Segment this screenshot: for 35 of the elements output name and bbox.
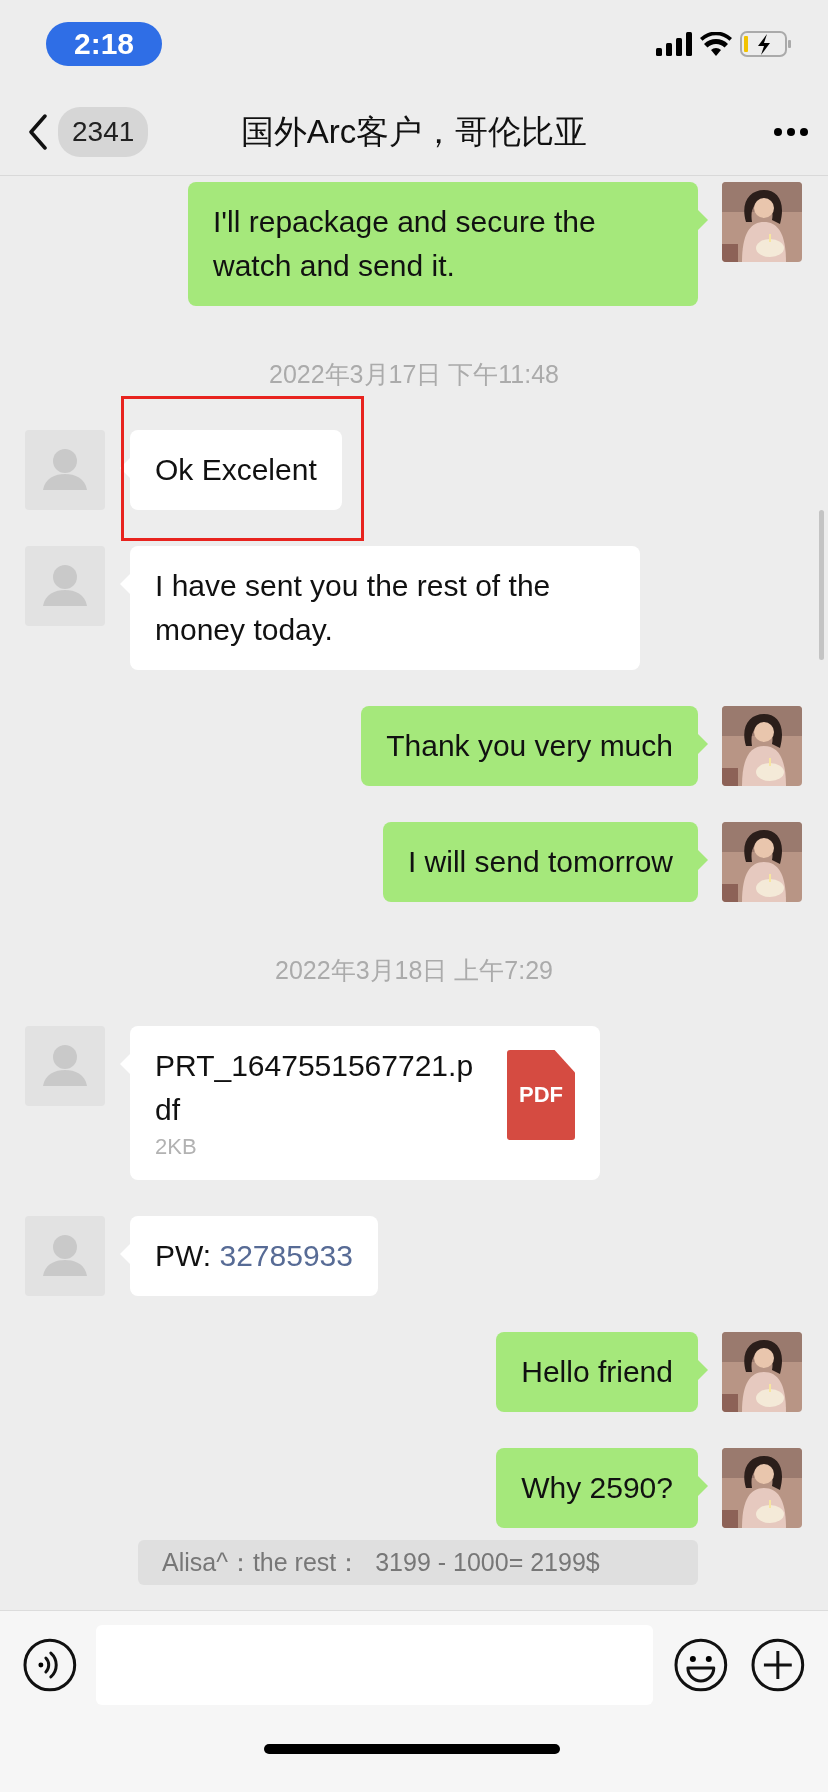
file-size: 2KB — [155, 1133, 198, 1161]
message-bubble[interactable]: I will send tomorrow — [382, 822, 698, 902]
quoted-message: Alisa^：the rest： 3199 - 1000= 2199$ — [138, 1540, 698, 1585]
timestamp: 2022年3月18日 上午7:29 — [275, 956, 553, 984]
message-text: Hello friend — [521, 1355, 673, 1388]
message-bubble[interactable]: I'll repackage and secure the watch and send it. — [188, 182, 698, 306]
chat-title: 国外Arc客户，哥伦比亚 — [240, 112, 588, 150]
timestamp: 2022年3月17日 下午11:48 — [269, 360, 559, 388]
message-text: Thank you very much — [386, 729, 673, 762]
file-message-bubble[interactable]: PRT_1647551567721.pdf 2KB PDF — [130, 1026, 600, 1180]
battery-charging-icon — [740, 31, 792, 57]
emoji-icon[interactable] — [672, 1637, 729, 1693]
message-bubble[interactable]: Ok Excelent — [130, 430, 342, 510]
pdf-file-icon: PDF — [507, 1050, 575, 1140]
message-text: I'll repackage and secure the watch and send it. — [213, 205, 596, 282]
add-icon[interactable] — [750, 1637, 806, 1693]
message-bubble[interactable]: PW: 32785933 — [130, 1216, 378, 1296]
file-name: PRT_1647551567721.pdf — [155, 1048, 475, 1128]
message-text: I have sent you the rest of the money today. — [155, 569, 551, 646]
back-icon[interactable] — [28, 113, 48, 150]
message-text: Why 2590? — [521, 1471, 673, 1504]
wifi-icon — [700, 32, 732, 56]
message-bubble[interactable]: Why 2590? — [496, 1448, 698, 1528]
message-bubble[interactable]: Hello friend — [496, 1332, 698, 1412]
message-bubble[interactable]: I have sent you the rest of the money today. — [130, 546, 640, 670]
unread-count-badge[interactable]: 2341 — [58, 106, 149, 157]
message-text: PW: 32785933 — [155, 1239, 353, 1272]
more-icon[interactable] — [774, 127, 808, 136]
status-time: 2:18 — [46, 22, 163, 66]
voice-icon[interactable] — [22, 1637, 78, 1693]
message-bubble[interactable]: Thank you very much — [361, 706, 698, 786]
message-text: I will send tomorrow — [407, 845, 673, 878]
message-text: Ok Excelent — [155, 453, 317, 486]
phone-number-link[interactable]: 32785933 — [219, 1239, 353, 1272]
signal-icon — [656, 32, 692, 56]
